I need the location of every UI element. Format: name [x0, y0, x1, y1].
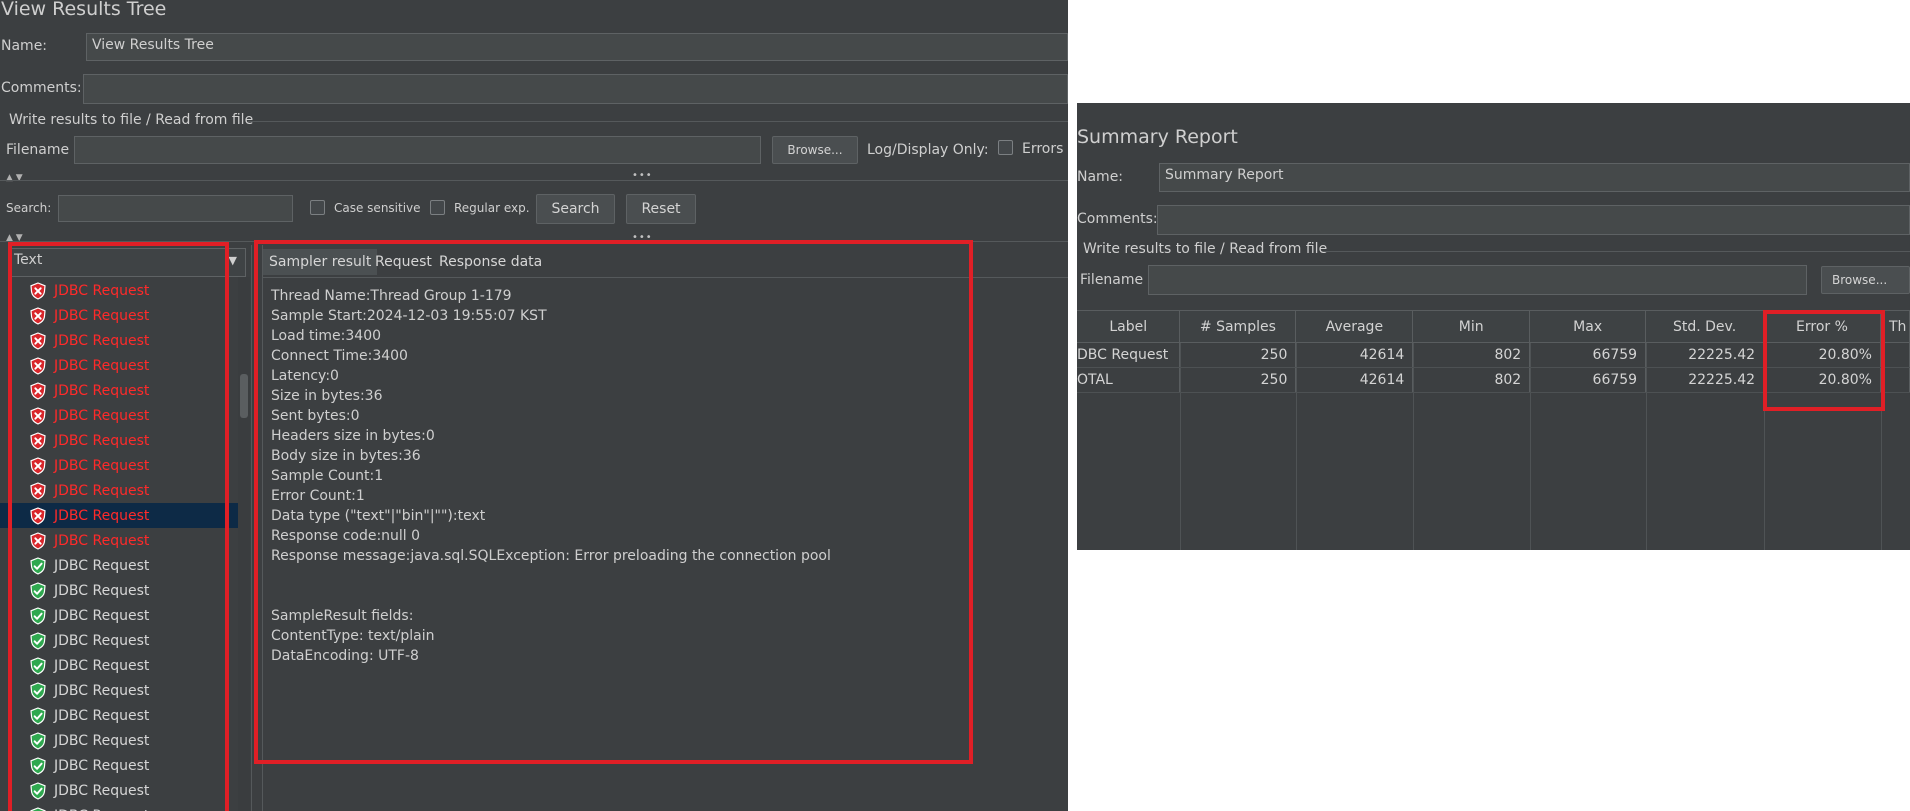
column-header[interactable]: Label [1077, 310, 1181, 343]
write-group-title: Write results to file / Read from file [9, 112, 254, 128]
chevron-down-icon: ▼ [228, 254, 237, 267]
search-input[interactable] [58, 195, 293, 222]
summary-table-wrap: Label # Samples Average Min Max Std. Dev. Erro… [1077, 310, 1910, 550]
summary-filename-field[interactable] [1148, 265, 1807, 295]
case-sensitive-label: Case sensitive [334, 201, 421, 215]
summary-filename-label: Filename [1080, 272, 1144, 288]
error-percent-highlight-box [1763, 310, 1885, 411]
name-field[interactable]: View Results Tree [86, 33, 1068, 61]
write-group-border [248, 121, 1068, 122]
column-header[interactable]: Max [1529, 310, 1647, 343]
table-cell: 802 [1412, 367, 1531, 393]
table-cell: 66759 [1529, 342, 1647, 368]
table-cell: 250 [1179, 367, 1297, 393]
summary-comments-label: Comments: [1077, 211, 1158, 227]
summary-name-label: Name: [1077, 169, 1124, 185]
column-header[interactable]: # Samples [1179, 310, 1297, 343]
tree-scrollbar-thumb[interactable] [240, 374, 248, 418]
panel-title: View Results Tree [1, 0, 167, 20]
comments-label: Comments: [1, 80, 82, 96]
table-cell: 22225.42 [1645, 342, 1765, 368]
name-label: Name: [1, 38, 48, 54]
summary-comments-field[interactable] [1157, 205, 1910, 235]
case-sensitive-checkbox[interactable] [310, 200, 325, 215]
summary-title: Summary Report [1077, 126, 1238, 148]
tree-highlight-box [8, 242, 229, 811]
reset-button[interactable]: Reset [626, 194, 696, 224]
filename-field[interactable] [74, 136, 761, 164]
table-cell: OTAL [1077, 367, 1181, 393]
view-results-tree-panel: View Results Tree Name: View Results Tre… [0, 0, 1068, 811]
table-cell: DBC Request [1077, 342, 1181, 368]
table-cell: 802 [1412, 342, 1531, 368]
summary-write-group-border [1323, 251, 1910, 252]
table-cell: 22225.42 [1645, 367, 1765, 393]
regex-checkbox[interactable] [430, 200, 445, 215]
tree-vertical-divider [251, 245, 252, 811]
summary-write-group-title: Write results to file / Read from file [1083, 241, 1328, 257]
table-cell: 42614 [1295, 367, 1414, 393]
collapse-arrows-top[interactable]: ▲ ▼ [6, 173, 23, 183]
table-cell: 250 [1179, 342, 1297, 368]
summary-name-field[interactable]: Summary Report [1159, 163, 1910, 192]
top-divider [0, 180, 1068, 181]
search-button[interactable]: Search [536, 194, 615, 224]
regex-label: Regular exp. [454, 201, 530, 215]
tree-scrollbar-track[interactable] [238, 277, 250, 811]
table-cell: 66759 [1529, 367, 1647, 393]
search-label: Search: [6, 201, 52, 215]
column-header[interactable]: Std. Dev. [1645, 310, 1765, 343]
column-header[interactable]: Min [1412, 310, 1531, 343]
errors-checkbox[interactable] [998, 140, 1013, 155]
comments-field[interactable] [83, 74, 1068, 104]
browse-button[interactable]: Browse... [772, 136, 858, 164]
sampler-result-highlight-box [254, 240, 973, 764]
summary-browse-button[interactable]: Browse... [1821, 266, 1910, 294]
filename-label: Filename [6, 142, 70, 158]
column-header[interactable]: Average [1295, 310, 1414, 343]
errors-label: Errors [1022, 141, 1064, 157]
log-display-label: Log/Display Only: [867, 142, 989, 158]
table-cell: 42614 [1295, 342, 1414, 368]
